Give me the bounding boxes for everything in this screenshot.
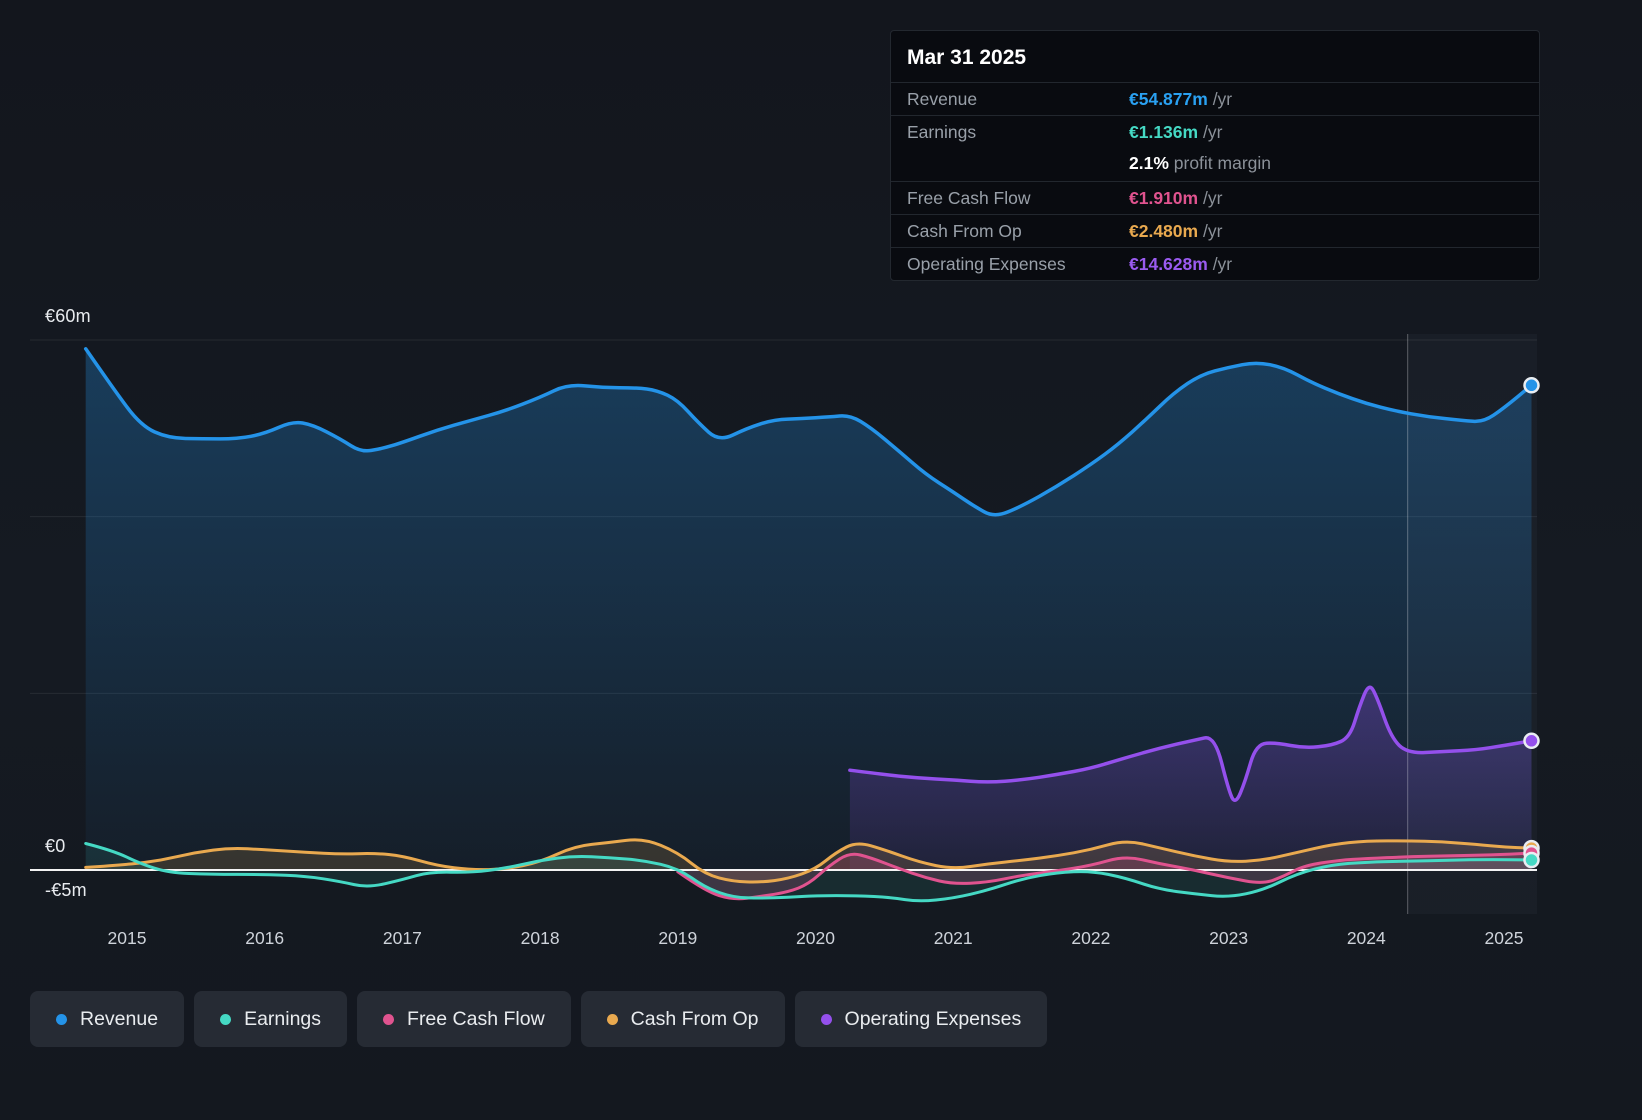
x-axis-label-2023: 2023 (1209, 928, 1248, 949)
x-axis-label-2024: 2024 (1347, 928, 1386, 949)
tooltip-label: Operating Expenses (907, 254, 1129, 275)
tooltip-date: Mar 31 2025 (891, 31, 1539, 82)
legend-item-revenue[interactable]: Revenue (30, 991, 184, 1047)
tooltip-rows: Revenue€54.877m /yrEarnings€1.136m /yr2.… (891, 82, 1539, 280)
tooltip-value: €14.628m /yr (1129, 254, 1523, 275)
legend-item-free-cash-flow[interactable]: Free Cash Flow (357, 991, 571, 1047)
tooltip-row-operating-expenses: Operating Expenses€14.628m /yr (891, 247, 1539, 280)
chart-legend: Revenue Earnings Free Cash Flow Cash From O… (30, 991, 1047, 1047)
chart-tooltip: Mar 31 2025 Revenue€54.877m /yrEarnings€… (890, 30, 1540, 281)
tooltip-value: €2.480m /yr (1129, 221, 1523, 242)
earnings-dot-icon (220, 1014, 231, 1025)
tooltip-row-profit-margin: 2.1% profit margin (891, 148, 1539, 181)
x-axis-label-2018: 2018 (521, 928, 560, 949)
tooltip-label: Earnings (907, 122, 1129, 143)
x-axis-label-2020: 2020 (796, 928, 835, 949)
legend-label: Revenue (80, 1008, 158, 1031)
endpoint-operating-expenses (1525, 734, 1539, 748)
free-cash-flow-dot-icon (383, 1014, 394, 1025)
legend-label: Cash From Op (631, 1008, 759, 1031)
operating-expenses-dot-icon (821, 1014, 832, 1025)
tooltip-label: Revenue (907, 89, 1129, 110)
tooltip-value: €1.910m /yr (1129, 188, 1523, 209)
x-axis-label-2019: 2019 (658, 928, 697, 949)
tooltip-value: €54.877m /yr (1129, 89, 1523, 110)
tooltip-label: Free Cash Flow (907, 188, 1129, 209)
legend-label: Free Cash Flow (407, 1008, 545, 1031)
legend-item-cash-from-op[interactable]: Cash From Op (581, 991, 785, 1047)
x-axis-label-2021: 2021 (934, 928, 973, 949)
revenue-dot-icon (56, 1014, 67, 1025)
x-axis-label-2015: 2015 (108, 928, 147, 949)
endpoint-revenue (1525, 378, 1539, 392)
tooltip-row-earnings: Earnings€1.136m /yr (891, 115, 1539, 148)
y-axis-label-5m: -€5m (45, 880, 87, 901)
x-axis-label-2017: 2017 (383, 928, 422, 949)
tooltip-row-revenue: Revenue€54.877m /yr (891, 82, 1539, 115)
tooltip-value: €1.136m /yr (1129, 122, 1523, 143)
y-axis-label-0: €0 (45, 836, 65, 857)
legend-label: Earnings (244, 1008, 321, 1031)
endpoint-earnings (1525, 853, 1539, 867)
x-axis-label-2016: 2016 (245, 928, 284, 949)
legend-label: Operating Expenses (845, 1008, 1022, 1031)
x-axis-label-2022: 2022 (1071, 928, 1110, 949)
legend-item-earnings[interactable]: Earnings (194, 991, 347, 1047)
financial-chart-panel: €60m €0 -€5m 2015 2016 2017 2018 2019 2020 2021 2… (0, 0, 1642, 1120)
tooltip-label: Cash From Op (907, 221, 1129, 242)
tooltip-value: 2.1% profit margin (1129, 153, 1523, 174)
y-axis-label-60m: €60m (45, 306, 91, 327)
tooltip-row-free-cash-flow: Free Cash Flow€1.910m /yr (891, 181, 1539, 214)
x-axis-label-2025: 2025 (1485, 928, 1524, 949)
tooltip-row-cash-from-op: Cash From Op€2.480m /yr (891, 214, 1539, 247)
cash-from-op-dot-icon (607, 1014, 618, 1025)
legend-item-operating-expenses[interactable]: Operating Expenses (795, 991, 1048, 1047)
